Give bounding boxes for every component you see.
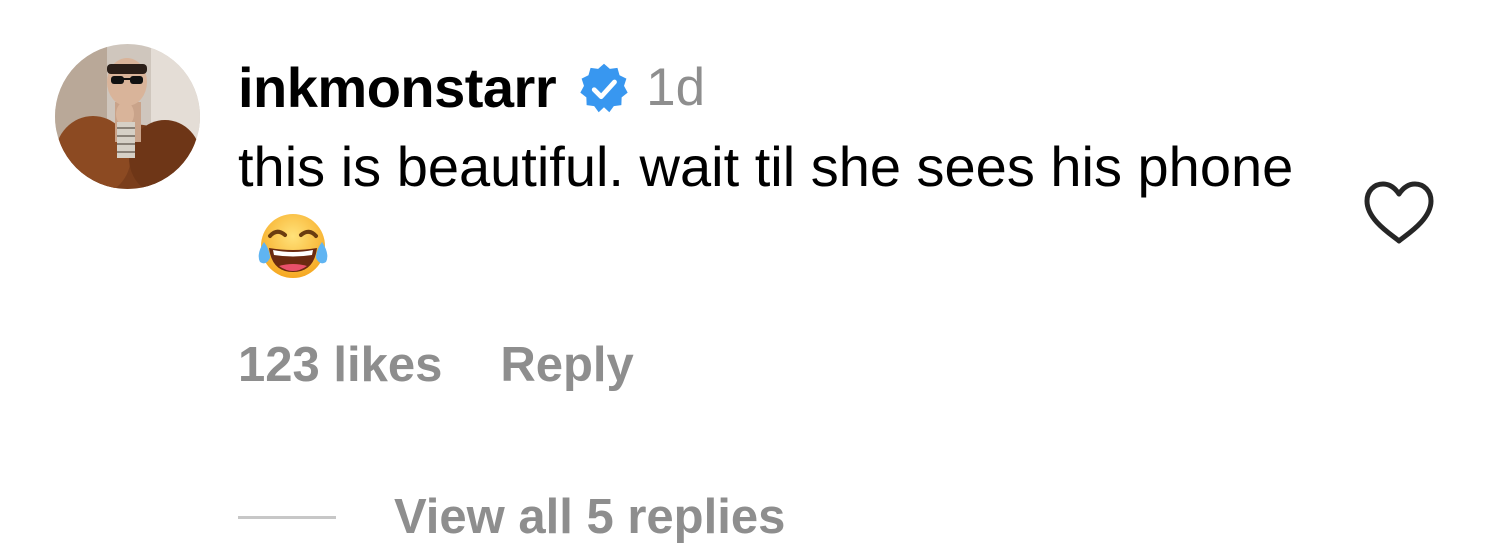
comment-text: this is beautiful. wait til she sees his… (238, 135, 1294, 198)
like-button[interactable] (1362, 180, 1436, 246)
comment-header: inkmonstarr 1d (238, 52, 705, 122)
face-with-tears-of-joy-emoji (254, 208, 332, 286)
replies-divider (238, 515, 336, 519)
reply-button[interactable]: Reply (500, 337, 633, 393)
username-link[interactable]: inkmonstarr (238, 55, 557, 120)
view-replies-label: View all 5 replies (394, 490, 786, 544)
view-replies-button[interactable]: View all 5 replies (238, 484, 785, 550)
comment-body: this is beautiful. wait til she sees his… (238, 126, 1328, 292)
timestamp[interactable]: 1d (646, 57, 705, 118)
comment-actions: 123 likes Reply (238, 332, 634, 398)
avatar-image (55, 44, 200, 189)
likes-count[interactable]: 123 likes (238, 337, 442, 393)
user-avatar[interactable] (55, 44, 200, 189)
comment: inkmonstarr 1d this is beautiful. wait t… (0, 0, 1500, 556)
heart-outline-icon (1364, 181, 1434, 244)
verified-badge-icon (576, 61, 632, 117)
